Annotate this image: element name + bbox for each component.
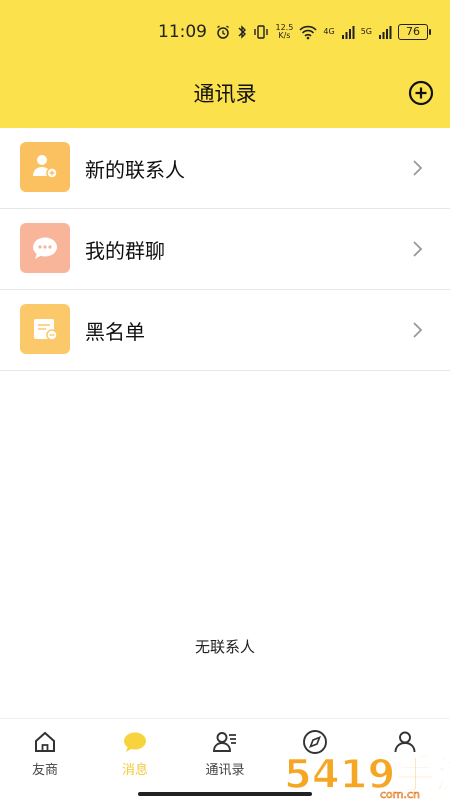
nav-tab-contacts[interactable]: 通讯录 xyxy=(180,727,270,787)
status-bar: 11:09 12.5 K/s 4G 5G 76 xyxy=(0,0,450,64)
list-item-label: 我的群聊 xyxy=(85,239,165,263)
list-item-blocklist[interactable]: 黑名单 xyxy=(0,290,450,371)
contact-menu-list: 新的联系人 我的群聊 黑名单 xyxy=(0,128,450,371)
nav-tab-friends[interactable]: 友商 xyxy=(0,727,90,787)
vibrate-icon xyxy=(254,25,269,39)
chevron-right-icon xyxy=(413,322,423,338)
net-speed-unit: K/s xyxy=(278,31,291,40)
chat-bubble-icon xyxy=(20,223,70,273)
signal-4g-label: 4G xyxy=(323,27,335,36)
status-icons: 12.5 K/s 4G 5G 76 xyxy=(215,22,431,42)
signal-5g-label: 5G xyxy=(360,27,372,36)
watermark-domain: com.cn xyxy=(380,788,420,800)
nav-label: 消息 xyxy=(121,763,148,778)
alarm-icon xyxy=(217,25,230,39)
message-icon xyxy=(124,732,146,752)
empty-state-text: 无联系人 xyxy=(194,638,255,656)
nav-tab-messages[interactable]: 消息 xyxy=(90,727,180,787)
wifi-icon xyxy=(299,25,317,40)
signal-bars-icon xyxy=(341,26,355,39)
add-circle-icon[interactable] xyxy=(408,80,434,106)
bluetooth-icon xyxy=(238,25,247,39)
status-time: 11:09 xyxy=(158,22,207,42)
battery-icon: 76 xyxy=(398,24,431,40)
nav-label: 友商 xyxy=(31,763,58,778)
contacts-icon xyxy=(213,732,236,752)
list-item-label: 新的联系人 xyxy=(85,158,185,182)
page-title: 通讯录 xyxy=(193,82,257,106)
chevron-right-icon xyxy=(413,241,423,257)
nav-label: 通讯录 xyxy=(205,763,245,778)
watermark-text: 5419手游网 xyxy=(284,752,450,798)
net-speed: 12.5 K/s xyxy=(275,24,294,40)
home-icon xyxy=(35,731,55,752)
blocklist-icon xyxy=(20,304,70,354)
top-bar: 11:09 12.5 K/s 4G 5G 76 通讯录 xyxy=(0,0,450,128)
list-item-new-contacts[interactable]: 新的联系人 xyxy=(0,128,450,209)
site-watermark-logo: 5419手游网 com.cn xyxy=(283,751,450,800)
list-item-my-groups[interactable]: 我的群聊 xyxy=(0,209,450,290)
list-item-label: 黑名单 xyxy=(85,320,145,344)
signal-bars-icon-2 xyxy=(379,26,392,39)
chevron-right-icon xyxy=(413,160,423,176)
add-contact-icon xyxy=(20,142,70,192)
